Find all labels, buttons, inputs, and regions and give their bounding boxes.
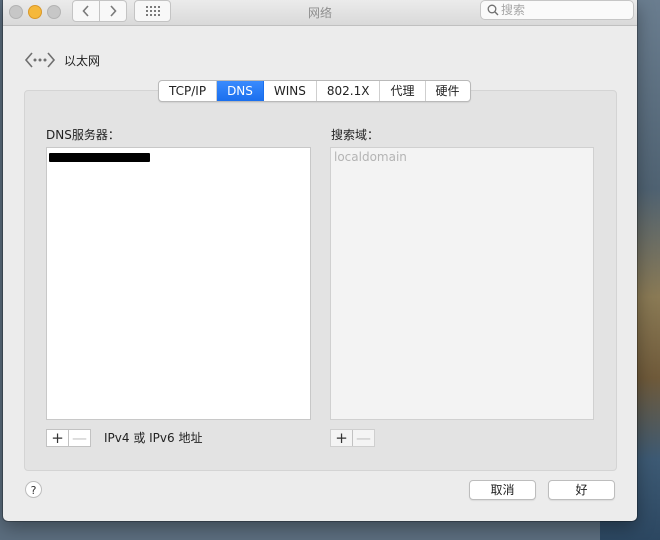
dns-servers-list[interactable] (46, 147, 311, 420)
remove-search-domain-button[interactable]: — (352, 430, 374, 446)
search-domain-item[interactable]: localdomain (334, 150, 407, 164)
dns-servers-label: DNS服务器： (46, 128, 120, 142)
remove-dns-server-button[interactable]: — (68, 430, 90, 446)
tab-dns[interactable]: DNS (217, 81, 264, 101)
help-icon: ? (30, 484, 37, 497)
redacted-dns-entry[interactable] (49, 153, 150, 162)
search-domains-list[interactable]: localdomain (330, 147, 594, 420)
title-bar: 网络 (3, 0, 637, 26)
tab-tcpip[interactable]: TCP/IP (159, 81, 218, 101)
ip-address-hint: IPv4 或 IPv6 地址 (104, 431, 203, 445)
network-preferences-window: 网络 以太网 TCP/IP DNS WINS 802.1X 代理 硬件 DNS服… (3, 0, 637, 521)
help-button[interactable]: ? (25, 481, 42, 498)
interface-name: 以太网 (64, 53, 101, 68)
tab-bar: TCP/IP DNS WINS 802.1X 代理 硬件 (158, 80, 471, 102)
search-field[interactable] (480, 0, 634, 20)
tab-hardware[interactable]: 硬件 (426, 81, 470, 101)
ok-button[interactable]: 好 (548, 480, 615, 500)
tab-proxy[interactable]: 代理 (380, 81, 426, 101)
cancel-button[interactable]: 取消 (469, 480, 536, 500)
add-search-domain-button[interactable]: + (331, 430, 352, 446)
tab-wins[interactable]: WINS (264, 81, 317, 101)
search-domains-add-remove: + — (330, 429, 375, 447)
dns-servers-add-remove: + — (46, 429, 91, 447)
interface-header: 以太网 (24, 50, 100, 70)
tab-8021x[interactable]: 802.1X (317, 81, 381, 101)
ethernet-icon (24, 52, 56, 68)
search-input[interactable] (501, 2, 626, 18)
add-dns-server-button[interactable]: + (47, 430, 68, 446)
search-icon (487, 4, 499, 16)
search-domains-label: 搜索域： (331, 128, 380, 142)
